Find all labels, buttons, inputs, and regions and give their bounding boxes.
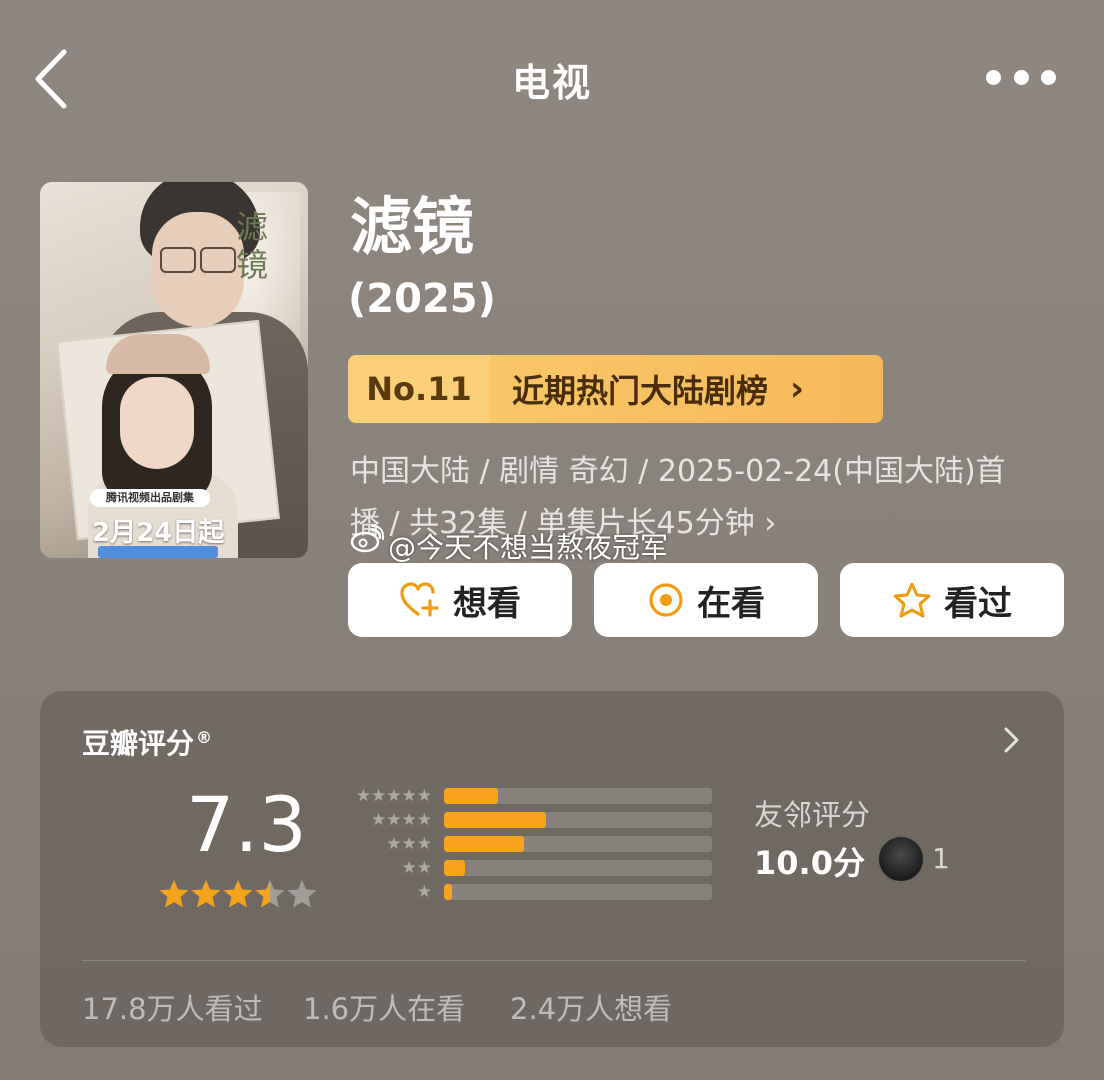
distribution-bar — [444, 812, 546, 828]
star-filled-icon — [159, 880, 189, 908]
watermark-text: @今天不想当熬夜冠军 — [388, 531, 669, 564]
star-rating — [158, 878, 318, 910]
distribution-bar — [444, 884, 453, 900]
distribution-row: ★ — [336, 882, 716, 902]
distribution-track — [444, 788, 712, 804]
rank-label: 近期热门大陆剧榜 — [512, 372, 769, 410]
target-icon — [649, 583, 683, 617]
distribution-stars: ★★★★★ — [355, 786, 432, 806]
watching-label: 在看 — [697, 583, 765, 624]
friend-rating-score: 10.0分 — [754, 844, 865, 882]
poster-banner: 腾讯视频出品剧集 — [90, 489, 210, 507]
page-title: 电视 — [511, 61, 592, 105]
poster-calligraphy: 滤镜 — [236, 208, 269, 285]
distribution-bar — [444, 860, 466, 876]
distribution-track — [444, 884, 712, 900]
distribution-track — [444, 812, 712, 828]
star-filled-icon — [223, 880, 253, 908]
want-to-watch-button[interactable]: 想看 — [348, 563, 572, 637]
avatar[interactable] — [878, 836, 924, 882]
rating-title: 豆瓣评分 ® — [82, 727, 213, 760]
divider — [82, 960, 1026, 961]
poster-date: 2月24日起 — [92, 518, 225, 548]
star-empty-icon — [287, 880, 317, 908]
chevron-right-icon: › — [790, 369, 805, 409]
distribution-stars: ★★★★ — [371, 810, 432, 830]
friend-count: 1 — [932, 842, 950, 875]
rating-score: 7.3 — [186, 780, 307, 869]
friend-rating-label: 友邻评分 — [754, 798, 871, 832]
rank-badge[interactable]: No.11 近期热门大陆剧榜 › — [348, 355, 883, 423]
watching-button[interactable]: 在看 — [594, 563, 818, 637]
distribution-row: ★★ — [336, 858, 716, 878]
distribution-track — [444, 836, 712, 852]
distribution-track — [444, 860, 712, 876]
distribution-bar — [444, 836, 525, 852]
show-year: (2025) — [348, 276, 496, 322]
distribution-bar — [444, 788, 498, 804]
want-to-watch-label: 想看 — [453, 583, 521, 624]
more-dots-icon — [986, 69, 1001, 85]
distribution-row: ★★★★★ — [336, 786, 716, 806]
distribution-stars: ★★ — [401, 858, 432, 878]
rank-number: No.11 — [348, 355, 490, 423]
meta-line-1: 中国大陆 / 剧情 奇幻 / 2025-02-24(中国大陆)首 — [350, 454, 1006, 489]
distribution-stars: ★★★ — [386, 834, 432, 854]
weibo-icon — [350, 525, 384, 553]
watched-count[interactable]: 17.8万人看过 — [82, 986, 263, 1028]
watched-button[interactable]: 看过 — [840, 563, 1064, 637]
distribution-row: ★★★★ — [336, 810, 716, 830]
distribution-row: ★★★ — [336, 834, 716, 854]
want-count[interactable]: 2.4万人想看 — [510, 986, 672, 1028]
poster-image[interactable]: 滤镜 腾讯视频出品剧集 2月24日起 — [40, 182, 308, 558]
watching-count[interactable]: 1.6万人在看 — [303, 986, 465, 1028]
watched-label: 看过 — [944, 583, 1012, 624]
star-half-icon — [255, 880, 285, 908]
heart-plus-icon — [400, 582, 439, 617]
distribution-stars: ★ — [416, 882, 432, 902]
chevron-right-icon[interactable] — [998, 724, 1024, 756]
poster-logo — [98, 546, 218, 558]
star-filled-icon — [191, 880, 221, 908]
show-title: 滤镜 — [350, 190, 475, 263]
more-button[interactable] — [986, 66, 1056, 88]
star-outline-icon — [893, 582, 931, 618]
